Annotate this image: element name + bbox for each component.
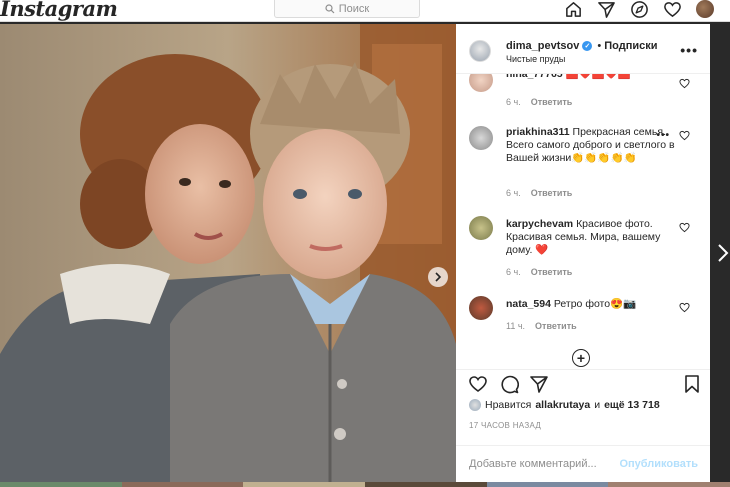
following-button[interactable]: Подписки	[604, 40, 657, 52]
next-post-arrow-icon[interactable]	[717, 243, 729, 263]
like-comment-icon[interactable]	[679, 222, 690, 233]
like-comment-icon[interactable]	[679, 130, 690, 141]
search-icon	[325, 3, 335, 13]
comment-text: nina_77765 🟥❤️🟥❤️🟥	[506, 74, 676, 81]
verified-badge-icon: ✓	[582, 41, 593, 51]
like-icon[interactable]	[468, 374, 488, 394]
reply-button[interactable]: Ответить	[535, 321, 577, 331]
comment-meta: 6 ч. Ответить	[506, 267, 572, 277]
comment-text: priakhina311 Прекрасная семья. Всего сам…	[506, 126, 676, 165]
search-input[interactable]: Поиск	[274, 0, 420, 18]
comment-time: 6 ч.	[506, 267, 521, 277]
likes-prefix: Нравится	[485, 399, 532, 411]
photo-image	[0, 24, 456, 487]
comment-meta: 11 ч. Ответить	[506, 321, 577, 331]
likes-count[interactable]: ещё 13 718	[604, 399, 660, 411]
commenter-avatar[interactable]	[469, 126, 493, 150]
liker-username[interactable]: allakrutaya	[535, 399, 590, 411]
author-avatar[interactable]	[469, 40, 491, 62]
author-username[interactable]: dima_pevtsov	[506, 40, 579, 52]
explore-icon[interactable]	[630, 0, 649, 19]
add-comment-bar: Опубликовать	[456, 445, 710, 487]
comment-content: 🟥❤️🟥❤️🟥	[565, 74, 631, 80]
search-placeholder: Поиск	[338, 2, 370, 15]
background-feed-strip	[0, 482, 730, 487]
commenter-avatar[interactable]	[469, 216, 493, 240]
comment-text: nata_594 Ретро фото😍📷	[506, 298, 676, 311]
comment-meta: 6 ч. Ответить	[506, 188, 572, 198]
comment-input[interactable]	[469, 458, 619, 470]
comment-time: 11 ч.	[506, 321, 526, 331]
commenter-username[interactable]: nata_594	[506, 298, 551, 310]
more-options-button[interactable]: •••	[680, 42, 698, 58]
post-location[interactable]: Чистые пруды	[506, 54, 565, 64]
author-line: dima_pevtsov ✓ • Подписки	[506, 40, 658, 52]
comment-text: karpychevam Красивое фото. Красивая семь…	[506, 218, 676, 257]
likes-and: и	[594, 399, 601, 411]
comments-list[interactable]: nina_77765 🟥❤️🟥❤️🟥 6 ч. Ответить priakhin…	[456, 74, 710, 370]
reply-button[interactable]: Ответить	[531, 188, 573, 198]
comment-time: 6 ч.	[506, 188, 521, 198]
reply-button[interactable]: Ответить	[531, 97, 573, 107]
commenter-avatar[interactable]	[469, 296, 493, 320]
comment-meta: 6 ч. Ответить	[506, 97, 572, 107]
comment-content: Ретро фото😍📷	[553, 298, 637, 310]
header-separator: •	[597, 40, 602, 52]
like-comment-icon[interactable]	[679, 78, 690, 89]
post-header: dima_pevtsov ✓ • Подписки Чистые пруды •…	[456, 24, 710, 74]
post-side-panel: dima_pevtsov ✓ • Подписки Чистые пруды •…	[456, 24, 710, 487]
nav-icons	[564, 0, 714, 18]
commenter-username[interactable]: nina_77765	[506, 74, 563, 80]
profile-avatar[interactable]	[696, 0, 714, 18]
likes-summary: Нравится allakrutaya и ещё 13 718	[469, 399, 660, 411]
commenter-username[interactable]: karpychevam	[506, 218, 573, 230]
post-photo[interactable]	[0, 24, 456, 487]
publish-button[interactable]: Опубликовать	[619, 458, 698, 470]
next-photo-button[interactable]	[428, 267, 448, 287]
comment-time: 6 ч.	[506, 97, 521, 107]
load-more-comments-button[interactable]: +	[572, 349, 590, 367]
home-icon[interactable]	[564, 0, 583, 19]
share-icon[interactable]	[529, 374, 549, 394]
direct-icon[interactable]	[597, 0, 616, 19]
chevron-right-icon	[435, 272, 442, 282]
liker-avatar[interactable]	[469, 399, 481, 411]
commenter-username[interactable]: priakhina311	[506, 126, 570, 138]
post-actions-bar	[456, 369, 710, 399]
heart-icon[interactable]	[663, 0, 682, 19]
comment-options-button[interactable]: •••	[656, 130, 670, 141]
reply-button[interactable]: Ответить	[531, 267, 573, 277]
like-comment-icon[interactable]	[679, 302, 690, 313]
top-nav-bar: Instagram Поиск	[0, 0, 730, 22]
commenter-avatar[interactable]	[469, 74, 493, 92]
post-timestamp[interactable]: 17 ЧАСОВ НАЗАД	[469, 421, 541, 430]
instagram-logo[interactable]: Instagram	[0, 0, 118, 21]
bookmark-icon[interactable]	[682, 374, 702, 394]
comment-icon[interactable]	[499, 374, 519, 394]
